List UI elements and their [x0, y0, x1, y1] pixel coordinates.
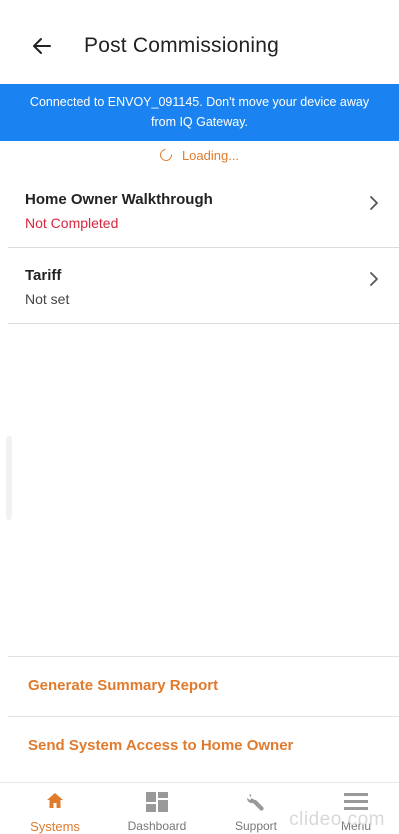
tab-label: Dashboard [127, 819, 187, 833]
banner-line-1: Connected to ENVOY_091145. Don't move yo… [29, 95, 370, 109]
spinner-icon [157, 146, 175, 164]
edge-swipe-handle[interactable] [6, 436, 12, 520]
item-title: Home Owner Walkthrough [25, 191, 213, 208]
chevron-right-icon [370, 272, 378, 286]
connection-banner: Connected to ENVOY_091145. Don't move yo… [0, 84, 399, 141]
loading-indicator: Loading... [0, 146, 399, 164]
item-status: Not Completed [25, 215, 119, 231]
bottom-tab-bar: Systems Dashboard Support Menu clideo.co… [0, 782, 399, 834]
watermark-text: clideo.com [289, 809, 385, 830]
tab-dashboard[interactable]: Dashboard [107, 783, 207, 833]
home-icon [47, 793, 63, 808]
loading-text: Loading... [181, 148, 240, 163]
page-title: Post Commissioning [84, 34, 279, 57]
action-label: Generate Summary Report [28, 677, 219, 694]
wrench-icon [246, 794, 264, 811]
dashboard-icon [146, 792, 168, 812]
list-item-tariff[interactable]: Tariff Not set [8, 249, 399, 324]
item-status: Not set [25, 291, 70, 307]
banner-line-2: from IQ Gateway. [150, 115, 248, 129]
app-header: Post Commissioning [0, 0, 399, 84]
action-label: Send System Access to Home Owner [28, 737, 294, 754]
send-system-access-button[interactable]: Send System Access to Home Owner [8, 716, 399, 776]
generate-summary-report-button[interactable]: Generate Summary Report [8, 656, 399, 716]
item-title: Tariff [25, 267, 62, 284]
tab-systems[interactable]: Systems [5, 783, 105, 834]
back-arrow-icon[interactable] [30, 34, 54, 58]
list-item-home-owner-walkthrough[interactable]: Home Owner Walkthrough Not Completed [8, 173, 399, 248]
chevron-right-icon [370, 196, 378, 210]
